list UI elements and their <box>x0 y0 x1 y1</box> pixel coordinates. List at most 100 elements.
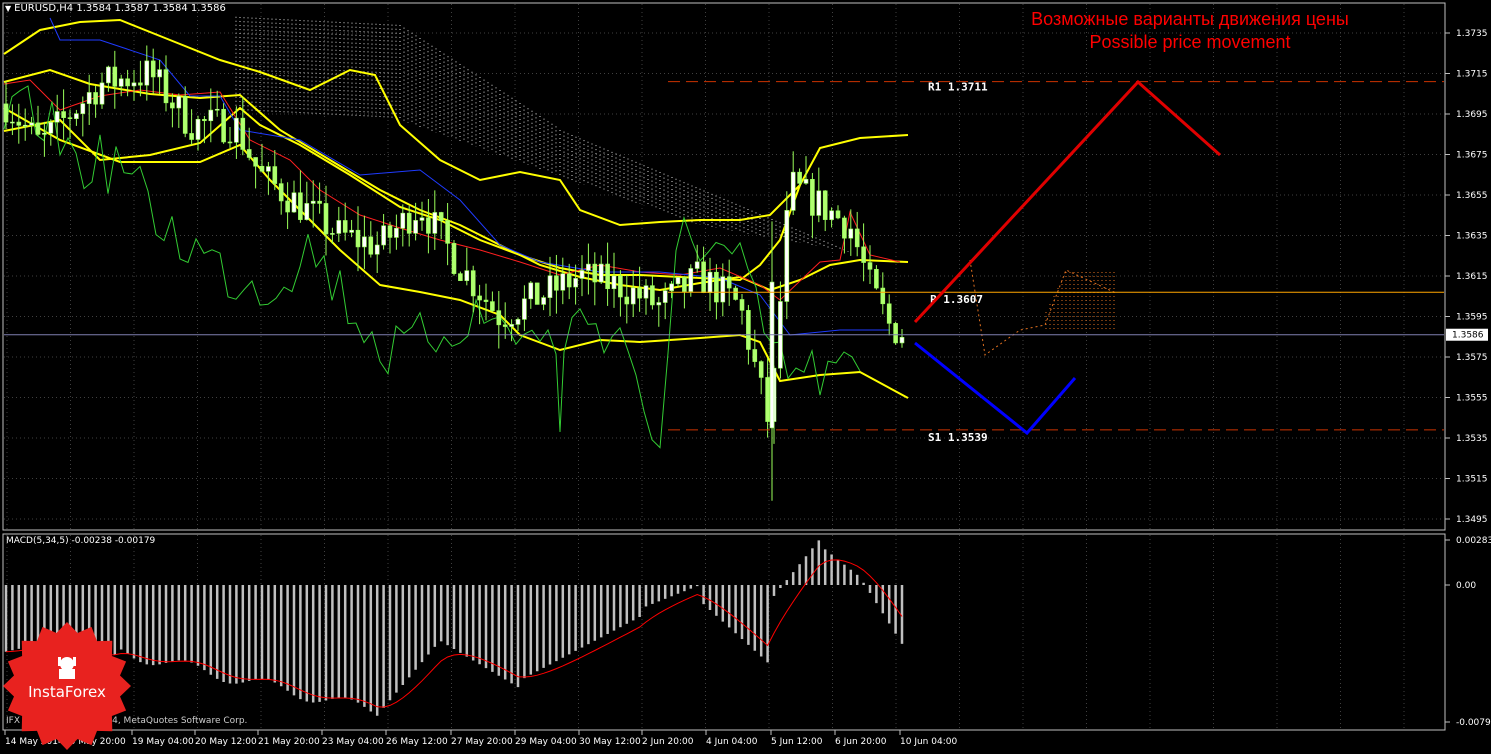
macd-indicator <box>4 540 904 716</box>
symbol-header[interactable]: ▼ EURUSD,H4 1.3584 1.3587 1.3584 1.3586 <box>5 3 226 14</box>
candle-bull <box>195 119 201 140</box>
candle-bull <box>630 287 636 305</box>
candle-bear <box>61 111 66 118</box>
candle-bull <box>413 220 418 234</box>
symbol-info: EURUSD,H4 1.3584 1.3587 1.3584 1.3586 <box>14 3 226 14</box>
candle-bull <box>784 210 790 302</box>
candle-bear <box>355 229 361 248</box>
time-axis-label: 27 May 20:00 <box>451 737 513 747</box>
candle-bear <box>240 117 246 150</box>
candle-bear <box>285 200 290 213</box>
candle-bear <box>490 301 495 311</box>
candle-bull <box>541 297 546 305</box>
candle-bull <box>131 82 137 87</box>
candle-bull <box>176 95 182 109</box>
chart-window[interactable]: R1 1.3711 S1 1.3539 P 1.3607 1.3735 1.3715 1… <box>0 0 1491 750</box>
time-axis-label: 4 Jun 04:00 <box>706 737 758 747</box>
candle-bull <box>816 190 822 216</box>
forecast-down-path <box>914 341 1077 436</box>
candle-bull <box>675 277 681 285</box>
current-price-label: 1.3586 <box>1452 331 1484 341</box>
candle-bear <box>554 275 559 291</box>
forecast-up-path <box>913 79 1221 324</box>
candle-bull <box>579 270 585 279</box>
candle-bull <box>573 278 578 288</box>
candle-bear <box>150 60 156 78</box>
candle-bull <box>656 302 662 306</box>
forecast-paths <box>913 79 1221 436</box>
time-axis-label: 23 May 04:00 <box>322 737 384 747</box>
logo-wordmark: InstaForex <box>28 683 106 701</box>
time-axis-label: 2 Jun 20:00 <box>642 737 694 747</box>
candle-bear <box>458 273 463 281</box>
price-axis-label: 1.3735 <box>1456 29 1488 39</box>
candle-bull <box>829 210 834 220</box>
candle-bear <box>566 273 572 288</box>
candle-bear <box>483 299 489 302</box>
candle-bull <box>214 108 220 111</box>
candle-bull <box>10 121 15 124</box>
candle-bull <box>688 268 694 292</box>
chart-canvas[interactable]: R1 1.3711S1 1.3539P 1.3607 1.3735 1.3715 1… <box>0 0 1491 749</box>
price-axis-label: 1.3495 <box>1456 515 1488 525</box>
macd-header: MACD(5,34,5) -0.00238 -0.00179 <box>6 536 156 546</box>
candle-bull <box>643 285 649 299</box>
candle-bear <box>502 324 508 327</box>
candle-bull <box>769 281 775 429</box>
price-axis-label: 1.3535 <box>1456 434 1488 444</box>
candle-bull <box>310 200 316 204</box>
candle-bear <box>822 190 828 220</box>
candle-bear <box>810 179 815 216</box>
candle-bear <box>298 192 303 220</box>
candle-bear <box>726 276 732 289</box>
candle-bull <box>234 117 239 143</box>
candle-bear <box>618 275 623 298</box>
candle-bear <box>650 285 655 306</box>
candle-bull <box>662 290 668 303</box>
candle-bear <box>16 121 22 126</box>
time-axis-label: 30 May 12:00 <box>579 737 641 747</box>
price-axis-label: 1.3575 <box>1456 353 1488 363</box>
candle-bear <box>253 157 258 167</box>
candle-bull <box>586 263 591 271</box>
price-axis-label: 1.3715 <box>1456 70 1488 80</box>
candle-bear <box>886 303 892 324</box>
candle-bear <box>765 377 770 422</box>
candle-bear <box>867 262 873 270</box>
candle-bull <box>42 132 47 135</box>
candle-bull <box>464 270 470 281</box>
candle-bear <box>163 69 169 104</box>
time-axis-label: 6 Jun 20:00 <box>835 737 887 747</box>
candle-bear <box>125 78 130 87</box>
chikou-span <box>3 85 861 449</box>
time-axis-label: 19 May 04:00 <box>132 737 194 747</box>
candle-bear <box>317 200 322 204</box>
time-axis-label: 29 May 04:00 <box>515 737 577 747</box>
candle-bear <box>477 295 482 301</box>
candle-bear <box>739 299 745 311</box>
candle-bear <box>893 323 898 344</box>
triangle-down-icon[interactable]: ▼ <box>5 4 11 13</box>
macd-axis-label: 0.00283 <box>1456 536 1491 546</box>
candle-bear <box>221 108 226 143</box>
candle-bull <box>106 66 111 84</box>
candle-bull <box>400 212 406 229</box>
candle-bear <box>406 212 412 234</box>
candle-bull <box>515 319 521 325</box>
candle-bull <box>899 337 905 344</box>
candle-bear <box>637 287 642 299</box>
candle-bull <box>547 275 553 298</box>
candle-bull <box>522 298 527 320</box>
candle-bull <box>349 229 354 233</box>
level-s1-label: S1 1.3539 <box>928 431 988 444</box>
candle-bull <box>157 69 162 78</box>
pivot-levels: R1 1.3711S1 1.3539P 1.3607 <box>668 81 1444 444</box>
price-axis-label: 1.3555 <box>1456 394 1488 404</box>
candle-bull <box>48 121 54 134</box>
time-axis-label: 20 May 12:00 <box>195 737 257 747</box>
candle-bear <box>227 141 233 144</box>
cloud-edge-future <box>969 259 1117 356</box>
candle-bear <box>470 270 476 297</box>
candle-bear <box>746 310 751 350</box>
candle-bear <box>733 287 738 300</box>
